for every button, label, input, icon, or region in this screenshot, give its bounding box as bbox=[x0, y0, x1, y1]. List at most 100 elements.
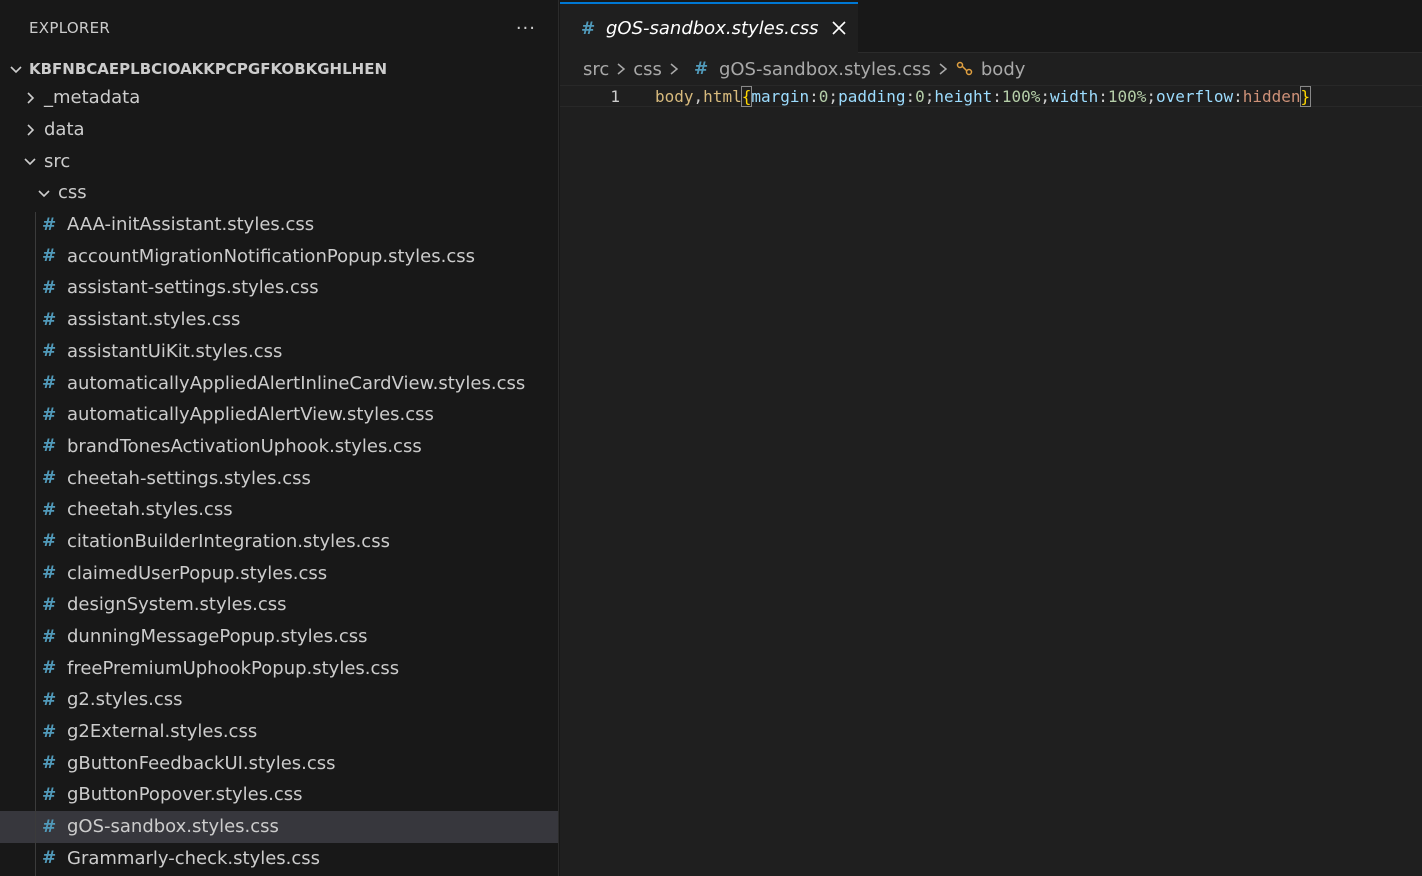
file-label: g2External.styles.css bbox=[67, 721, 258, 743]
file-item[interactable]: # assistant.styles.css bbox=[0, 304, 558, 336]
code-token: : bbox=[1098, 86, 1108, 106]
workspace-root[interactable]: KBFNBCAEPLBCIOAKKPCPGFKOBKGHLHEN bbox=[0, 56, 558, 82]
file-tree: _metadatadata src css # AAA-initAssistant.st… bbox=[0, 82, 558, 874]
code-token: : bbox=[905, 86, 916, 106]
tab-label: gOS-sandbox.styles.css bbox=[606, 18, 819, 39]
code-token: width bbox=[1050, 86, 1099, 106]
code-token: 100% bbox=[1107, 86, 1147, 106]
file-label: gButtonFeedbackUI.styles.css bbox=[67, 752, 336, 774]
code-token: height bbox=[934, 86, 993, 106]
close-icon[interactable] bbox=[830, 19, 848, 37]
css-file-icon: # bbox=[42, 594, 57, 615]
file-item[interactable]: # Grammarly-check.styles.css bbox=[0, 843, 558, 875]
tab-active-file[interactable]: # gOS-sandbox.styles.css bbox=[560, 2, 858, 53]
chevron-right-icon bbox=[668, 61, 680, 77]
css-file-icon: # bbox=[42, 341, 57, 362]
file-item[interactable]: # g2External.styles.css bbox=[0, 716, 558, 748]
editor-area: # gOS-sandbox.styles.css src css # gOS-s… bbox=[560, 0, 1422, 876]
file-label: freePremiumUphookPopup.styles.css bbox=[67, 657, 400, 679]
chevron-down-icon bbox=[20, 151, 40, 171]
tab-bar: # gOS-sandbox.styles.css bbox=[560, 0, 1422, 53]
file-item[interactable]: # automaticallyAppliedAlertInlineCardView… bbox=[0, 367, 558, 399]
folder-src[interactable]: src bbox=[0, 145, 558, 177]
css-file-icon: # bbox=[42, 784, 57, 805]
css-file-icon: # bbox=[42, 246, 57, 267]
chevron-right-icon bbox=[20, 88, 40, 108]
chevron-right-icon bbox=[615, 61, 627, 77]
css-file-icon: # bbox=[42, 404, 57, 425]
file-item[interactable]: # automaticallyAppliedAlertView.styles.cs… bbox=[0, 399, 558, 431]
css-file-icon: # bbox=[42, 531, 57, 552]
css-file-icon: # bbox=[42, 436, 57, 457]
file-item[interactable]: # brandTonesActivationUphook.styles.css bbox=[0, 431, 558, 463]
code-token: { bbox=[740, 85, 753, 107]
file-label: cheetah.styles.css bbox=[67, 499, 233, 521]
folder-label: _metadata bbox=[44, 87, 141, 109]
code-token: ; bbox=[1146, 86, 1157, 106]
chevron-right-icon bbox=[937, 61, 949, 77]
code-token: : bbox=[992, 86, 1002, 106]
file-label: dunningMessagePopup.styles.css bbox=[67, 626, 368, 648]
chevron-down-icon bbox=[34, 183, 54, 203]
code-token: overflow bbox=[1156, 86, 1234, 106]
file-label: assistantUiKit.styles.css bbox=[67, 340, 283, 362]
folder-metadata[interactable]: _metadata bbox=[0, 82, 558, 114]
css-file-icon: # bbox=[42, 499, 57, 520]
file-label: accountMigrationNotificationPopup.styles… bbox=[67, 245, 475, 267]
file-item[interactable]: # gButtonPopover.styles.css bbox=[0, 779, 558, 811]
folder-data[interactable]: data bbox=[0, 114, 558, 146]
code-token: 100% bbox=[1001, 86, 1041, 106]
file-label: designSystem.styles.css bbox=[67, 594, 287, 616]
code-line-1[interactable]: 1 body,html{margin:0;padding:0;height:10… bbox=[560, 85, 1422, 107]
code-token: ; bbox=[1040, 86, 1051, 106]
file-item[interactable]: # AAA-initAssistant.styles.css bbox=[0, 209, 558, 241]
css-file-icon: # bbox=[42, 721, 57, 742]
css-file-icon: # bbox=[42, 277, 57, 298]
file-label: brandTonesActivationUphook.styles.css bbox=[67, 435, 422, 457]
file-item[interactable]: # gButtonFeedbackUI.styles.css bbox=[0, 747, 558, 779]
code-token: padding bbox=[838, 86, 906, 106]
file-item[interactable]: # assistant-settings.styles.css bbox=[0, 272, 558, 304]
file-item[interactable]: # freePremiumUphookPopup.styles.css bbox=[0, 652, 558, 684]
symbol-selector-icon bbox=[955, 60, 975, 78]
file-item[interactable]: # cheetah-settings.styles.css bbox=[0, 462, 558, 494]
css-file-icon: # bbox=[42, 816, 57, 837]
folder-css[interactable]: css bbox=[0, 177, 558, 209]
file-label: assistant-settings.styles.css bbox=[67, 277, 319, 299]
css-file-icon: # bbox=[42, 753, 57, 774]
file-item[interactable]: # dunningMessagePopup.styles.css bbox=[0, 621, 558, 653]
folder-label: data bbox=[44, 119, 85, 141]
breadcrumb-css[interactable]: css bbox=[633, 59, 662, 80]
breadcrumb-file[interactable]: gOS-sandbox.styles.css bbox=[719, 59, 931, 80]
breadcrumb-src[interactable]: src bbox=[583, 59, 609, 80]
file-label: claimedUserPopup.styles.css bbox=[67, 562, 328, 584]
css-file-icon: # bbox=[693, 59, 709, 79]
file-item[interactable]: # cheetah.styles.css bbox=[0, 494, 558, 526]
breadcrumb-symbol[interactable]: body bbox=[981, 59, 1026, 80]
explorer-sidebar: EXPLORER ··· KBFNBCAEPLBCIOAKKPCPGFKOBKG… bbox=[0, 0, 559, 876]
file-item[interactable]: # gOS-sandbox.styles.css bbox=[0, 810, 558, 843]
explorer-title: EXPLORER bbox=[29, 19, 111, 37]
code-token: 0 bbox=[915, 86, 925, 106]
css-file-icon: # bbox=[42, 309, 57, 330]
indent-guide bbox=[35, 212, 36, 876]
css-file-icon: # bbox=[581, 18, 596, 39]
css-file-icon: # bbox=[42, 373, 57, 394]
css-file-icon: # bbox=[42, 563, 57, 584]
line-number: 1 bbox=[610, 86, 620, 106]
code-text[interactable]: body,html{margin:0;padding:0;height:100%… bbox=[655, 85, 1312, 107]
file-item[interactable]: # claimedUserPopup.styles.css bbox=[0, 557, 558, 589]
file-item[interactable]: # accountMigrationNotificationPopup.style… bbox=[0, 240, 558, 272]
file-label: assistant.styles.css bbox=[67, 309, 241, 331]
file-item[interactable]: # g2.styles.css bbox=[0, 684, 558, 716]
file-label: gOS-sandbox.styles.css bbox=[67, 816, 279, 838]
file-item[interactable]: # assistantUiKit.styles.css bbox=[0, 336, 558, 368]
code-token: 0 bbox=[818, 86, 829, 106]
more-actions-icon[interactable]: ··· bbox=[516, 18, 536, 39]
explorer-header: EXPLORER ··· bbox=[0, 0, 558, 56]
file-item[interactable]: # designSystem.styles.css bbox=[0, 589, 558, 621]
code-token: margin bbox=[751, 86, 810, 106]
css-file-icon: # bbox=[42, 848, 57, 869]
file-item[interactable]: # citationBuilderIntegration.styles.css bbox=[0, 526, 558, 558]
code-token: , bbox=[693, 86, 704, 106]
